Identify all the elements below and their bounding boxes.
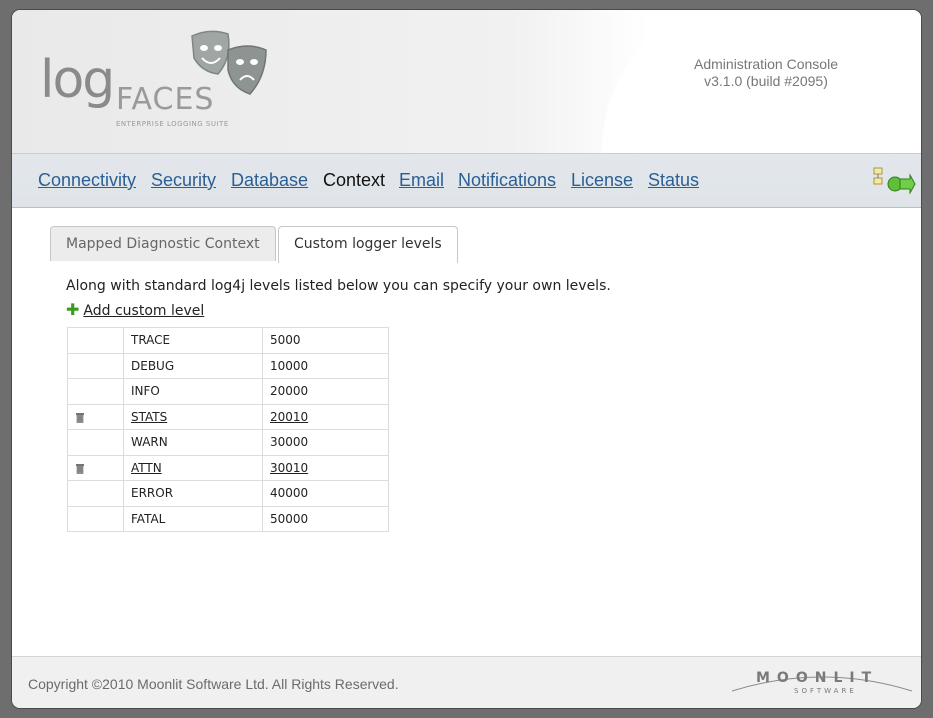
levels-description: Along with standard log4j levels listed … — [66, 278, 611, 294]
level-name-cell: INFO — [123, 378, 263, 405]
moonlit-brand-sub: SOFTWARE — [794, 687, 857, 695]
tab-mapped-diagnostic-context[interactable]: Mapped Diagnostic Context — [50, 226, 276, 261]
level-name-cell: WARN — [123, 429, 263, 456]
level-action-cell — [67, 327, 124, 354]
table-row: ERROR 40000 — [67, 480, 389, 507]
apply-changes-icon[interactable] — [872, 166, 916, 194]
header: log FACES ENTERPRISE LOGGING SUITE Admin… — [12, 10, 921, 153]
app-window: log FACES ENTERPRISE LOGGING SUITE Admin… — [12, 10, 921, 708]
level-action-cell — [67, 403, 124, 430]
nav-notifications[interactable]: Notifications — [458, 170, 556, 191]
nav-status[interactable]: Status — [648, 170, 699, 191]
footer: Copyright ©2010 Moonlit Software Ltd. Al… — [12, 656, 921, 708]
level-action-cell — [67, 505, 124, 532]
table-row: WARN 30000 — [67, 429, 389, 456]
level-value-cell: 10000 — [262, 352, 389, 379]
level-name-cell: DEBUG — [123, 352, 263, 379]
add-custom-level-link[interactable]: ✚ Add custom level — [66, 300, 204, 319]
level-name-cell: ERROR — [123, 480, 263, 507]
level-value-cell: 50000 — [262, 505, 389, 532]
nav-context[interactable]: Context — [323, 170, 385, 191]
level-value-cell: 30000 — [262, 429, 389, 456]
trash-icon[interactable] — [75, 412, 85, 423]
level-name-cell[interactable]: STATS — [123, 403, 263, 430]
nav-license[interactable]: License — [571, 170, 633, 191]
nav-connectivity[interactable]: Connectivity — [38, 170, 136, 191]
level-action-cell — [67, 429, 124, 456]
table-row: DEBUG 10000 — [67, 352, 389, 379]
level-value-cell: 5000 — [262, 327, 389, 354]
console-version: v3.1.0 (build #2095) — [704, 73, 828, 89]
table-row: ATTN 30010 — [67, 454, 389, 481]
level-action-cell — [67, 378, 124, 405]
level-value-cell[interactable]: 30010 — [262, 454, 389, 481]
copyright-text: Copyright ©2010 Moonlit Software Ltd. Al… — [28, 676, 399, 692]
level-value-cell: 20000 — [262, 378, 389, 405]
level-value-cell[interactable]: 20010 — [262, 403, 389, 430]
level-name-cell[interactable]: ATTN — [123, 454, 263, 481]
level-name-cell: TRACE — [123, 327, 263, 354]
table-row: INFO 20000 — [67, 378, 389, 405]
table-row: TRACE 5000 — [67, 327, 389, 354]
logo-log-text: log — [40, 50, 115, 110]
moonlit-brand: MOONLIT — [756, 670, 879, 686]
console-title: Administration Console — [694, 56, 838, 72]
main-nav: Connectivity Security Database Context E… — [12, 153, 921, 208]
table-row: FATAL 50000 — [67, 505, 389, 532]
levels-table: TRACE 5000 DEBUG 10000 INFO 20000 STATS 20010 WA… — [67, 327, 389, 532]
logo-tagline: ENTERPRISE LOGGING SUITE — [116, 120, 229, 128]
moonlit-logo: MOONLIT SOFTWARE — [732, 667, 912, 699]
level-name-cell: FATAL — [123, 505, 263, 532]
level-value-cell: 40000 — [262, 480, 389, 507]
nav-security[interactable]: Security — [151, 170, 216, 191]
level-action-cell — [67, 454, 124, 481]
console-info: Administration Console v3.1.0 (build #20… — [652, 56, 880, 90]
level-action-cell — [67, 352, 124, 379]
level-action-cell — [67, 480, 124, 507]
plus-icon: ✚ — [66, 300, 80, 319]
trash-icon[interactable] — [75, 463, 85, 474]
add-custom-level-label[interactable]: Add custom level — [83, 303, 204, 319]
table-row: STATS 20010 — [67, 403, 389, 430]
nav-email[interactable]: Email — [399, 170, 444, 191]
tab-custom-logger-levels[interactable]: Custom logger levels — [278, 226, 458, 263]
nav-database[interactable]: Database — [231, 170, 308, 191]
theater-masks-icon — [191, 30, 267, 95]
